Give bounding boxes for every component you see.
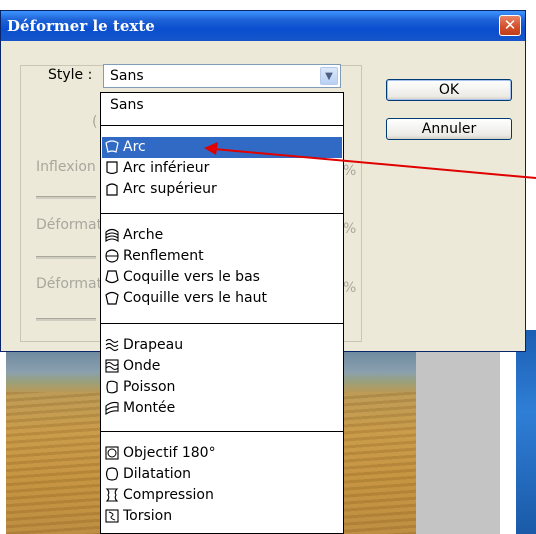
annotation-arrow-icon xyxy=(204,142,536,179)
